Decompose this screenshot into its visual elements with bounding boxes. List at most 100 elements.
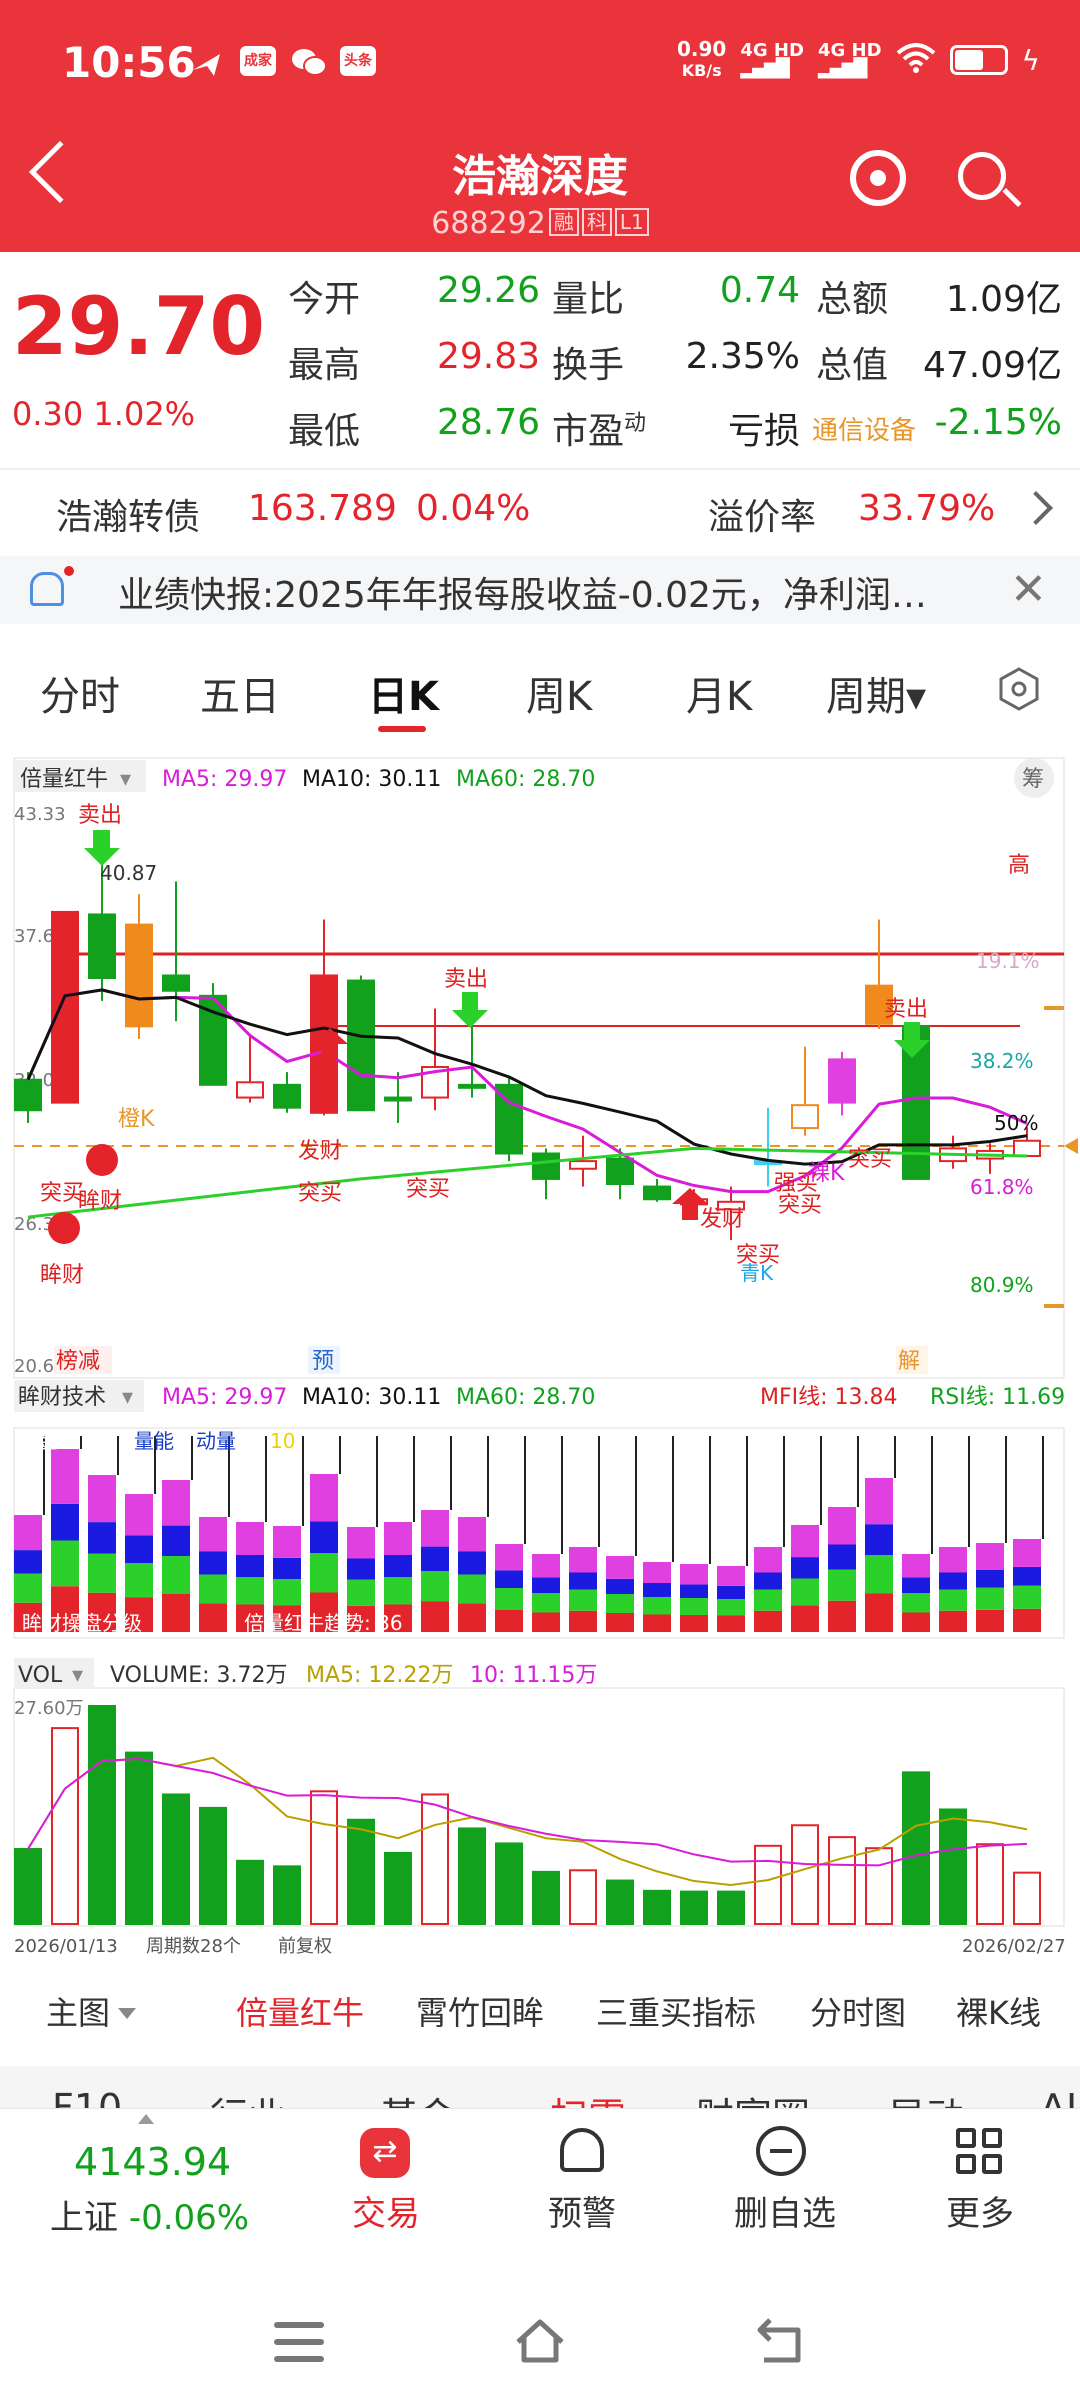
volume-bar[interactable] xyxy=(569,1869,597,1925)
tab-monthly-k[interactable]: 月K xyxy=(686,664,752,722)
candle-body[interactable] xyxy=(14,1078,42,1112)
volume-bar[interactable] xyxy=(51,1727,79,1926)
signal-muscai-1: 眸财 xyxy=(78,1189,122,1214)
candle-body[interactable] xyxy=(384,1096,412,1102)
strip-item-intraday[interactable]: 分时图 xyxy=(810,1988,906,2034)
volume-bar[interactable] xyxy=(162,1793,190,1925)
candle-body[interactable] xyxy=(236,1081,264,1099)
strip-item-bare-k[interactable]: 裸K线 xyxy=(956,1988,1041,2034)
strip-item-triple-buy[interactable]: 三重买指标 xyxy=(596,1988,756,2034)
volume-bar[interactable] xyxy=(88,1705,116,1925)
sub-bar-segment xyxy=(939,1572,967,1590)
alert-bell-icon[interactable] xyxy=(560,2128,604,2172)
menu-icon[interactable] xyxy=(274,2322,324,2362)
remove-watchlist-icon[interactable] xyxy=(756,2126,806,2176)
volume-bar[interactable] xyxy=(310,1790,338,1925)
signal-ball-icon xyxy=(48,1212,80,1244)
candle-body[interactable] xyxy=(643,1185,671,1201)
sub-bar-segment xyxy=(791,1525,819,1558)
volume-bar[interactable] xyxy=(384,1851,412,1926)
nav-alert[interactable]: 预警 xyxy=(522,2186,642,2235)
candle-body[interactable] xyxy=(458,1083,486,1089)
volume-bar[interactable] xyxy=(236,1859,264,1926)
main-chart-select[interactable]: 主图 xyxy=(46,1988,137,2034)
strip-item-xiaozhu[interactable]: 霄竹回眸 xyxy=(416,1988,544,2034)
index-name[interactable]: 上证 -0.06% xyxy=(50,2190,249,2239)
nav-trade[interactable]: 交易 xyxy=(326,2186,446,2235)
assistant-icon[interactable] xyxy=(850,150,906,206)
candle-body[interactable] xyxy=(162,974,190,992)
sub-bar-segment xyxy=(939,1610,967,1632)
candle-body[interactable] xyxy=(347,979,375,1112)
volume-bar[interactable] xyxy=(717,1890,745,1926)
kline-chart[interactable]: 倍量红牛 ▾ MA5: 29.97 MA10: 30.11 MA60: 28.7… xyxy=(0,748,1080,1958)
strip-item-beiliang[interactable]: 倍量红牛 xyxy=(236,1988,364,2034)
bell-icon xyxy=(30,572,64,606)
trade-icon[interactable] xyxy=(360,2128,410,2178)
index-value[interactable]: 4143.94 xyxy=(74,2140,231,2184)
candle-body[interactable] xyxy=(791,1104,819,1130)
volume-bar[interactable] xyxy=(1013,1871,1041,1926)
nav-more[interactable]: 更多 xyxy=(920,2186,1040,2235)
volume-bar[interactable] xyxy=(828,1836,856,1926)
candle-body[interactable] xyxy=(828,1058,856,1104)
search-icon[interactable] xyxy=(958,152,1006,200)
candle-body[interactable] xyxy=(273,1083,301,1109)
volume-bar[interactable] xyxy=(199,1806,227,1926)
volume-bar[interactable] xyxy=(495,1842,523,1926)
candle-body[interactable] xyxy=(1013,1139,1041,1158)
star-market-tag: 科 xyxy=(581,208,612,236)
volume-bar[interactable] xyxy=(754,1844,782,1925)
home-icon[interactable] xyxy=(512,2314,568,2370)
close-icon[interactable]: ✕ xyxy=(1010,568,1047,612)
tab-five-day[interactable]: 五日 xyxy=(200,664,280,722)
candle-body[interactable] xyxy=(606,1157,634,1185)
sub-bar-segment xyxy=(569,1547,597,1573)
fib-19: 19.1% xyxy=(976,949,1040,973)
system-back-icon[interactable] xyxy=(752,2316,810,2368)
bond-price: 163.789 xyxy=(248,488,397,529)
volume-bar[interactable] xyxy=(532,1870,560,1925)
volume-bar[interactable] xyxy=(939,1808,967,1926)
last-price: 29.70 xyxy=(12,280,266,373)
sub-bar-segment xyxy=(199,1551,227,1575)
volume-bar[interactable] xyxy=(458,1827,486,1925)
volume-bar[interactable] xyxy=(976,1843,1004,1925)
volume-bar[interactable] xyxy=(606,1879,634,1926)
candle-body[interactable] xyxy=(88,913,116,980)
volume-bar[interactable] xyxy=(14,1847,42,1925)
sub-bar-segment xyxy=(347,1558,375,1580)
volume-bar[interactable] xyxy=(865,1847,893,1926)
volume-bar[interactable] xyxy=(347,1818,375,1926)
sector-name[interactable]: 通信设备 xyxy=(812,410,916,447)
tab-daily-k[interactable]: 日K xyxy=(368,664,439,722)
candle-body[interactable] xyxy=(51,910,79,1104)
tab-period[interactable]: 周期▾ xyxy=(826,664,926,722)
volume-bar[interactable] xyxy=(902,1771,930,1925)
menu-line xyxy=(274,2322,324,2328)
margin-tag: 融 xyxy=(548,208,579,236)
candle-body[interactable] xyxy=(569,1160,597,1170)
sub-bar-segment xyxy=(347,1579,375,1606)
candle-body[interactable] xyxy=(532,1152,560,1180)
volume-bar[interactable] xyxy=(273,1865,301,1925)
tab-intraday[interactable]: 分时 xyxy=(40,664,120,722)
volume-bar[interactable] xyxy=(680,1890,708,1926)
volume-ma5: MA5: 12.22万 xyxy=(306,1663,453,1688)
signal-green-k: 青K xyxy=(740,1261,774,1285)
volume-value: VOLUME: 3.72万 xyxy=(110,1663,288,1688)
candle-body[interactable] xyxy=(125,923,153,1028)
tab-weekly-k[interactable]: 周K xyxy=(526,664,592,722)
grid-icon[interactable] xyxy=(956,2128,1004,2176)
chevron-up-icon[interactable] xyxy=(138,2114,154,2124)
volume-bar[interactable] xyxy=(791,1824,819,1925)
settings-hex-icon[interactable] xyxy=(996,666,1042,712)
notice-text[interactable]: 业绩快报:2025年年报每股收益-0.02元，净利润… xyxy=(118,566,998,618)
pe-value: 亏损 xyxy=(727,411,800,452)
volume-bar[interactable] xyxy=(125,1751,153,1925)
sub-bar-segment xyxy=(14,1550,42,1574)
nav-remove-watchlist[interactable]: 删自选 xyxy=(720,2186,850,2235)
sub-bar-segment xyxy=(51,1449,79,1504)
volume-bar[interactable] xyxy=(421,1793,449,1925)
volume-bar[interactable] xyxy=(643,1889,671,1925)
